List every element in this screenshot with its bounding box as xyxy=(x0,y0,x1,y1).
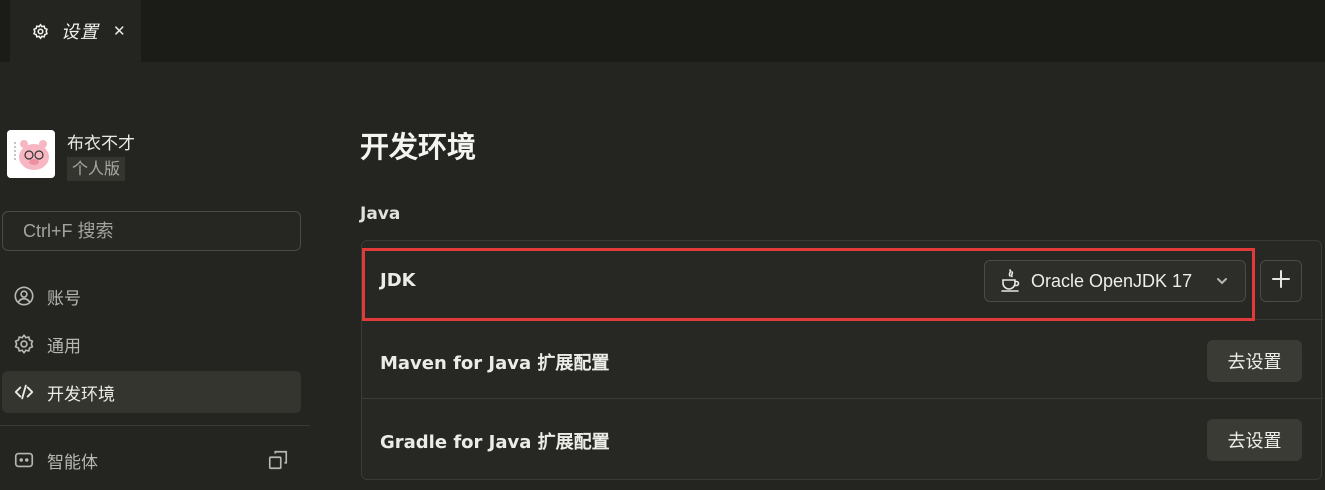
edition-badge: 个人版 xyxy=(67,157,126,181)
sidebar-item-label: 开发环境 xyxy=(47,384,115,405)
sidebar-item-label: 通用 xyxy=(47,336,81,357)
chevron-down-icon xyxy=(1215,273,1229,287)
user-name: 布衣不才 xyxy=(67,134,135,154)
gradle-label: Gradle for Java 扩展配置 xyxy=(380,432,610,453)
plus-icon xyxy=(1271,269,1291,293)
tab-title: 设置 xyxy=(61,22,99,43)
sidebar-item-dev-env[interactable]: 开发环境 xyxy=(2,371,301,413)
tab-bar: 设置 ✕ xyxy=(0,0,1325,62)
sidebar-item-general[interactable]: 通用 xyxy=(2,323,301,365)
sidebar-item-label: 账号 xyxy=(47,288,81,309)
setting-row-gradle: Gradle for Java 扩展配置 xyxy=(362,399,1323,478)
gradle-setup-button[interactable]: 去设置 xyxy=(1207,419,1302,461)
maven-label: Maven for Java 扩展配置 xyxy=(380,353,610,374)
java-icon xyxy=(999,268,1021,294)
user-circle-icon xyxy=(13,285,35,307)
group-label-java: Java xyxy=(360,204,401,224)
sidebar-item-agents[interactable]: 智能体 xyxy=(2,439,301,481)
sidebar-item-account[interactable]: 账号 xyxy=(2,275,301,317)
jdk-select[interactable]: Oracle OpenJDK 17 xyxy=(984,260,1246,302)
setting-row-maven: Maven for Java 扩展配置 xyxy=(362,320,1323,399)
avatar[interactable] xyxy=(7,130,55,178)
gear-icon xyxy=(13,333,35,355)
page-title: 开发环境 xyxy=(360,130,477,164)
code-icon xyxy=(13,381,35,403)
gear-icon xyxy=(32,22,49,40)
jdk-select-value: Oracle OpenJDK 17 xyxy=(1031,270,1193,291)
open-external-icon[interactable] xyxy=(267,449,289,471)
search-input[interactable]: Ctrl+F 搜索 xyxy=(2,211,301,251)
tab-settings[interactable]: 设置 ✕ xyxy=(10,0,141,62)
maven-setup-button[interactable]: 去设置 xyxy=(1207,340,1302,382)
sidebar-item-label: 智能体 xyxy=(47,452,98,473)
add-jdk-button[interactable] xyxy=(1260,260,1302,302)
sidebar-divider xyxy=(0,425,310,426)
robot-icon xyxy=(13,449,35,471)
jdk-label: JDK xyxy=(380,270,416,291)
close-icon[interactable]: ✕ xyxy=(113,22,126,40)
